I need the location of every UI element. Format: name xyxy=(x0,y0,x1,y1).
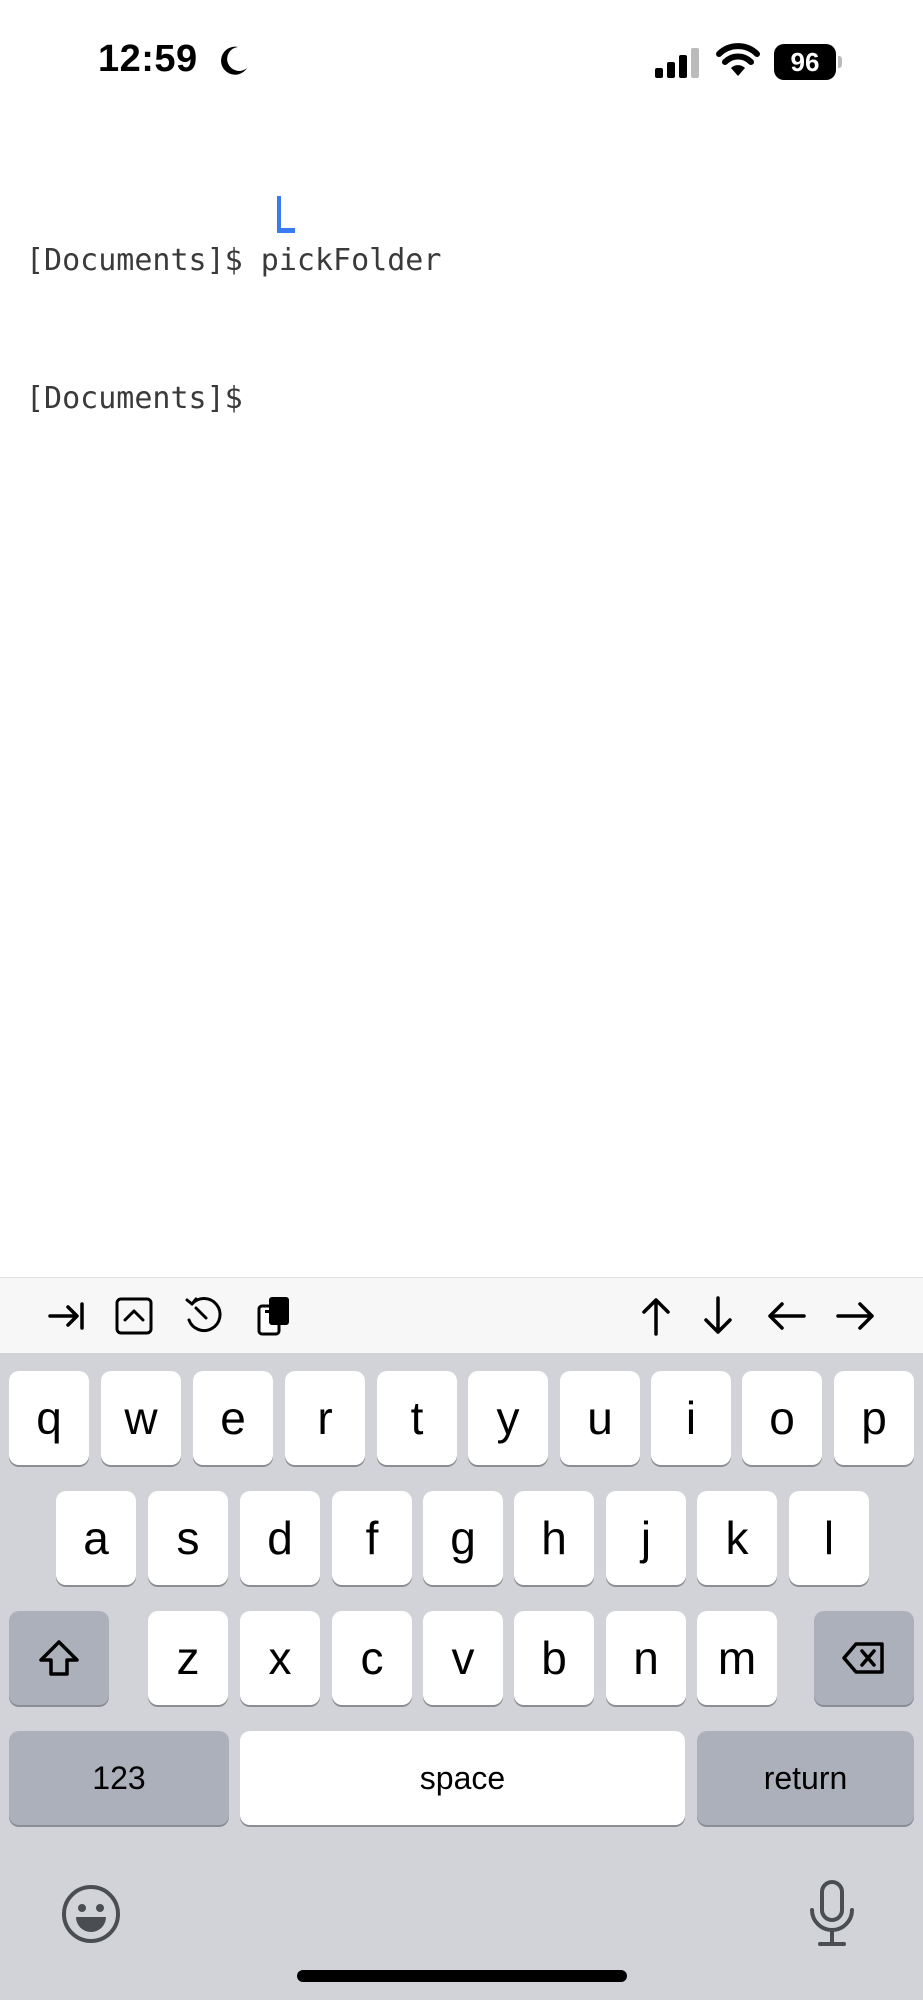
key-x[interactable]: x xyxy=(240,1611,320,1705)
key-j[interactable]: j xyxy=(606,1491,686,1585)
key-y[interactable]: y xyxy=(468,1371,548,1465)
paste-icon xyxy=(257,1297,289,1336)
terminal-prompt-line: [Documents]$ xyxy=(26,381,261,416)
key-v[interactable]: v xyxy=(423,1611,503,1705)
terminal-line: [Documents]$ pickFolder xyxy=(26,243,442,278)
key-p[interactable]: p xyxy=(834,1371,914,1465)
key-l[interactable]: l xyxy=(789,1491,869,1585)
arrow-down-button[interactable] xyxy=(690,1288,746,1344)
arrow-right-icon xyxy=(836,1302,874,1330)
status-bar: 12:59 96 xyxy=(0,0,923,120)
emoji-icon[interactable] xyxy=(60,1883,122,1945)
tab-icon xyxy=(48,1302,84,1330)
battery-level: 96 xyxy=(774,44,836,80)
shift-key[interactable] xyxy=(9,1611,109,1705)
key-c[interactable]: c xyxy=(332,1611,412,1705)
paste-button[interactable] xyxy=(246,1288,302,1344)
delete-icon xyxy=(842,1642,884,1674)
status-time: 12:59 xyxy=(98,38,198,80)
key-i[interactable]: i xyxy=(651,1371,731,1465)
numbers-key[interactable]: 123 xyxy=(9,1731,229,1825)
space-key[interactable]: space xyxy=(240,1731,685,1825)
key-w[interactable]: w xyxy=(101,1371,181,1465)
key-n[interactable]: n xyxy=(606,1611,686,1705)
key-b[interactable]: b xyxy=(514,1611,594,1705)
terminal-output[interactable]: [Documents]$ pickFolder [Documents]$ xyxy=(26,146,906,514)
key-r[interactable]: r xyxy=(285,1371,365,1465)
arrow-up-button[interactable] xyxy=(628,1288,684,1344)
battery-tip xyxy=(838,56,842,68)
software-keyboard: q w e r t y u i o p a s d f g h j k l z … xyxy=(0,1353,923,2000)
key-o[interactable]: o xyxy=(742,1371,822,1465)
arrow-left-icon xyxy=(768,1302,806,1330)
text-cursor xyxy=(274,192,295,238)
return-key[interactable]: return xyxy=(697,1731,914,1825)
key-t[interactable]: t xyxy=(377,1371,457,1465)
battery-icon: 96 xyxy=(774,44,842,80)
tab-button[interactable] xyxy=(38,1288,94,1344)
key-k[interactable]: k xyxy=(697,1491,777,1585)
shift-icon xyxy=(39,1640,79,1676)
key-q[interactable]: q xyxy=(9,1371,89,1465)
history-button[interactable] xyxy=(176,1288,232,1344)
control-key-button[interactable] xyxy=(106,1288,162,1344)
cellular-signal-icon xyxy=(655,48,699,78)
key-e[interactable]: e xyxy=(193,1371,273,1465)
key-f[interactable]: f xyxy=(332,1491,412,1585)
key-s[interactable]: s xyxy=(148,1491,228,1585)
key-m[interactable]: m xyxy=(697,1611,777,1705)
keyboard-accessory-bar xyxy=(0,1277,923,1353)
key-z[interactable]: z xyxy=(148,1611,228,1705)
moon-icon xyxy=(221,46,247,75)
key-u[interactable]: u xyxy=(560,1371,640,1465)
control-key-icon xyxy=(115,1297,153,1335)
home-indicator[interactable] xyxy=(297,1970,627,1982)
key-a[interactable]: a xyxy=(56,1491,136,1585)
key-h[interactable]: h xyxy=(514,1491,594,1585)
delete-key[interactable] xyxy=(814,1611,914,1705)
key-g[interactable]: g xyxy=(423,1491,503,1585)
arrow-left-button[interactable] xyxy=(758,1288,814,1344)
wifi-icon xyxy=(716,43,760,76)
arrow-right-button[interactable] xyxy=(828,1288,884,1344)
arrow-down-icon xyxy=(704,1296,732,1334)
history-icon xyxy=(185,1297,222,1333)
arrow-up-icon xyxy=(642,1298,670,1336)
key-d[interactable]: d xyxy=(240,1491,320,1585)
microphone-icon[interactable] xyxy=(804,1878,860,1950)
